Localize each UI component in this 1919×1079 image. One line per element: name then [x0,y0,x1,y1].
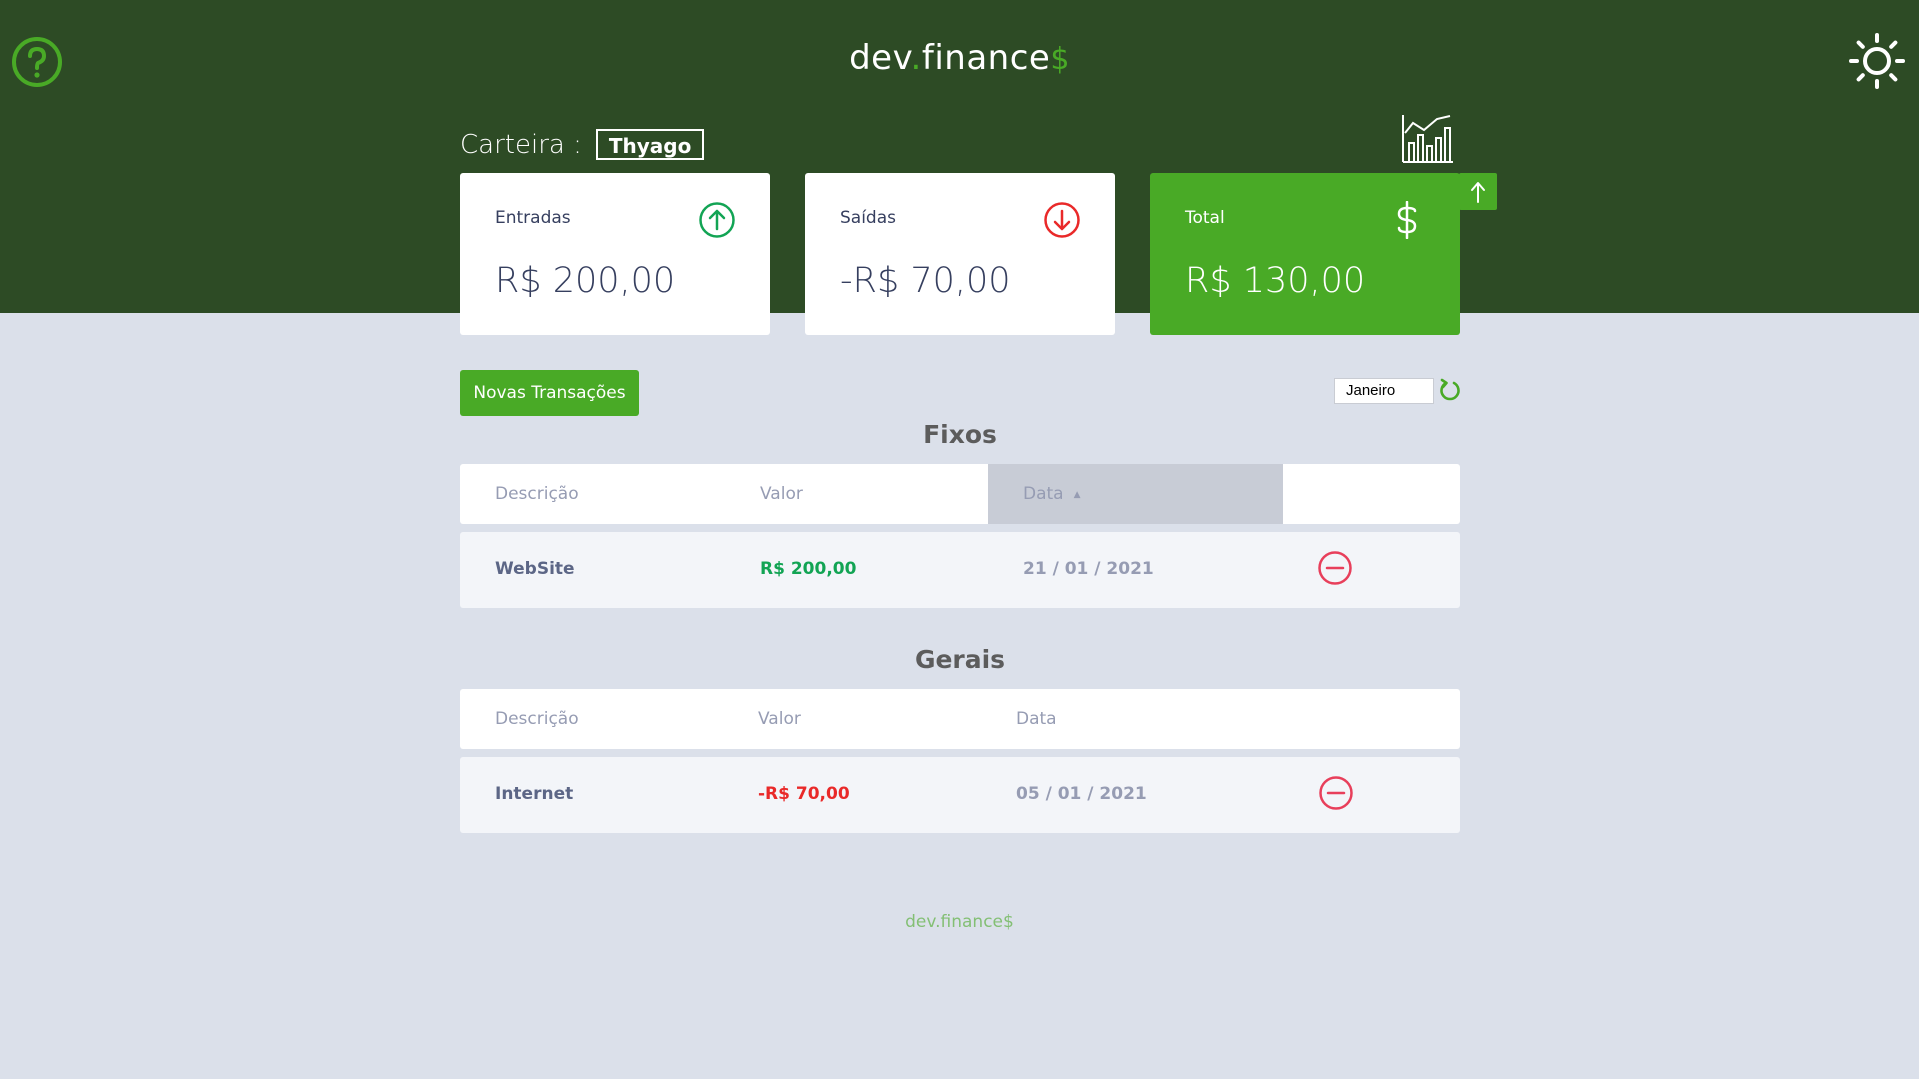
footer-brand: dev.finance$ [905,912,1014,932]
income-value: R$ 200,00 [495,261,676,301]
new-transaction-button[interactable]: Novas Transações [460,370,639,416]
row-date: 21 / 01 / 2021 [1023,559,1154,579]
table-row: WebSite R$ 200,00 21 / 01 / 2021 [460,532,1460,608]
row-description: WebSite [495,559,575,579]
row-date: 05 / 01 / 2021 [1016,784,1147,804]
column-date[interactable]: Data [1016,709,1057,729]
logo-dot: . [910,38,922,78]
general-section-title: Gerais [914,645,1006,674]
logo: dev.finance$ [0,38,1919,78]
remove-icon[interactable] [1317,550,1353,586]
arrow-up-icon [1471,181,1485,203]
wallet-name-button[interactable]: Thyago [595,129,705,160]
sun-icon[interactable] [1848,32,1906,90]
fixed-table-header: Descrição Valor Data ▲ [460,464,1460,524]
total-card: Total R$ 130,00 [1150,173,1460,335]
wallet: Carteira : Thyago [460,129,705,160]
expense-label: Saídas [840,208,896,228]
column-description[interactable]: Descrição [495,709,579,729]
dollar-icon [1397,201,1417,239]
row-description: Internet [495,784,574,804]
arrow-up-circle-icon [699,202,735,238]
logo-dollar: $ [1050,42,1070,77]
general-table-header: Descrição Valor Data [460,689,1460,749]
sort-arrow-icon: ▲ [1073,490,1081,500]
income-label: Entradas [495,208,571,228]
row-amount: -R$ 70,00 [758,784,850,804]
expense-card: Saídas -R$ 70,00 [805,173,1115,335]
column-date-text: Data [1023,484,1064,504]
table-row: Internet -R$ 70,00 05 / 01 / 2021 [460,757,1460,833]
column-date-label: Data ▲ [1023,484,1081,504]
remove-icon[interactable] [1318,775,1354,811]
row-amount: R$ 200,00 [760,559,857,579]
logo-main: dev [849,38,911,78]
scroll-top-button[interactable] [1459,173,1497,210]
expense-value: -R$ 70,00 [840,261,1011,301]
column-amount[interactable]: Valor [758,709,801,729]
month-select[interactable]: Janeiro [1334,378,1434,404]
arrow-down-circle-icon [1044,202,1080,238]
fixed-section-title: Fixos [923,420,997,449]
refresh-icon[interactable] [1438,378,1462,402]
income-card: Entradas R$ 200,00 [460,173,770,335]
column-description[interactable]: Descrição [495,484,579,504]
column-amount[interactable]: Valor [760,484,803,504]
total-value: R$ 130,00 [1185,261,1366,301]
total-label: Total [1185,208,1225,228]
wallet-label: Carteira : [460,129,582,160]
logo-rest: finance [921,38,1051,78]
bar-chart-icon[interactable] [1400,113,1456,165]
column-date-sorted[interactable]: Data ▲ [988,464,1283,524]
